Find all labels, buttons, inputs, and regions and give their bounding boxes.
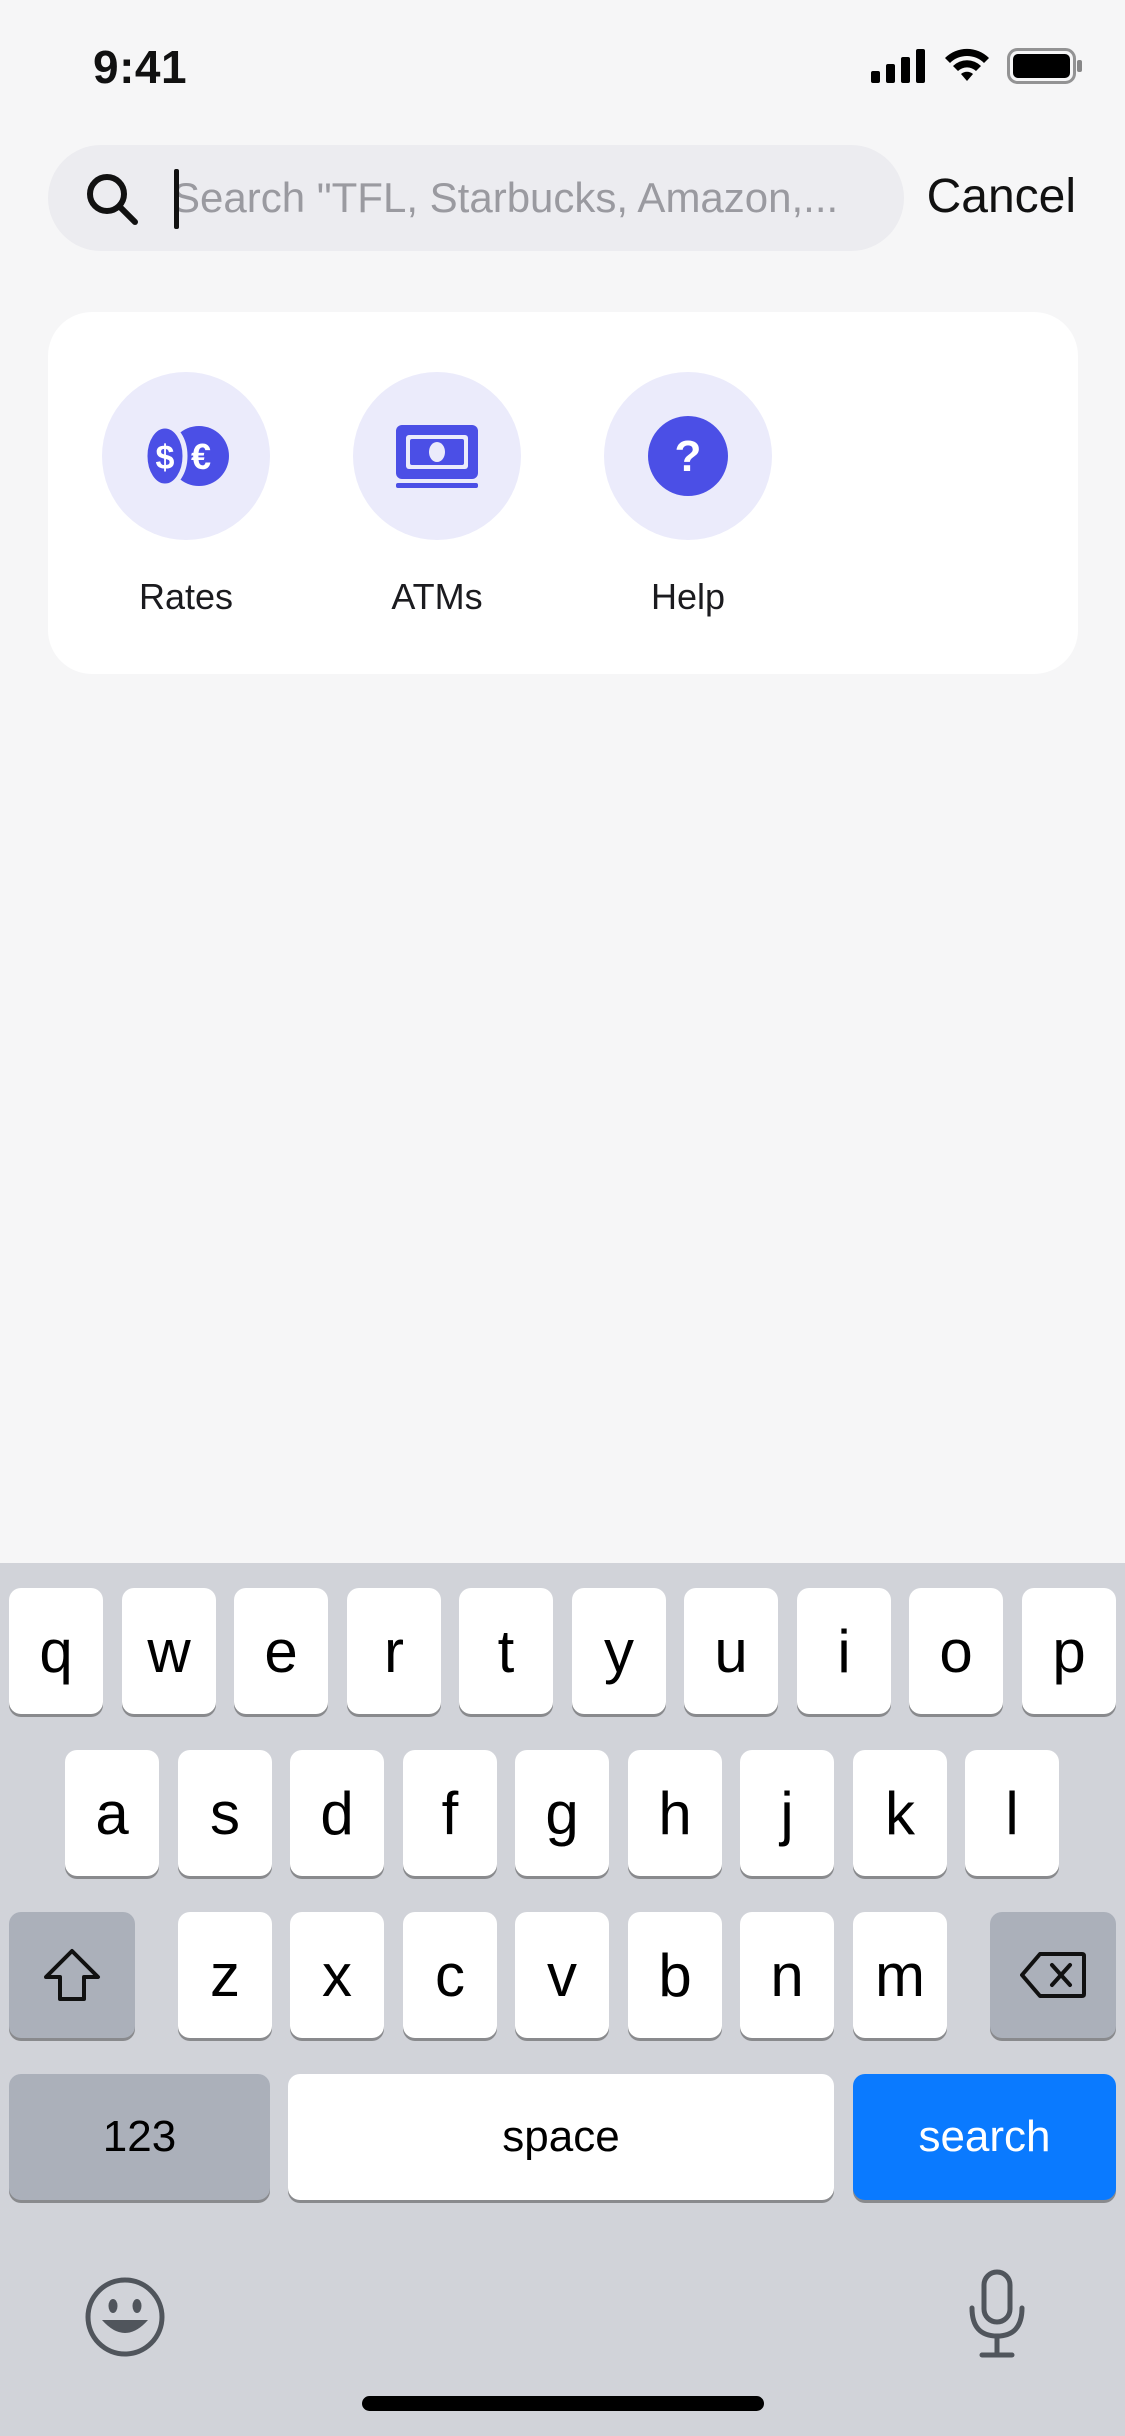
keyboard-row-2: a s d f g h j k l — [0, 1750, 1125, 1876]
key-v[interactable]: v — [515, 1912, 609, 2038]
microphone-icon[interactable] — [966, 2268, 1028, 2360]
wifi-icon — [945, 48, 989, 81]
backspace-icon — [1020, 1952, 1086, 1998]
key-f[interactable]: f — [403, 1750, 497, 1876]
delete-key[interactable] — [990, 1912, 1116, 2038]
key-u[interactable]: u — [684, 1588, 778, 1714]
svg-text:?: ? — [675, 432, 702, 481]
keyboard-row-1: q w e r t y u i o p — [0, 1588, 1125, 1714]
shift-key[interactable] — [9, 1912, 135, 2038]
space-key[interactable]: space — [288, 2074, 834, 2200]
key-y[interactable]: y — [572, 1588, 666, 1714]
help-icon-circle: ? — [604, 372, 772, 540]
home-indicator — [362, 2396, 764, 2411]
quick-action-help[interactable]: ? Help — [603, 372, 773, 618]
key-g[interactable]: g — [515, 1750, 609, 1876]
key-c[interactable]: c — [403, 1912, 497, 2038]
keyboard: q w e r t y u i o p a s d f g h j k l z … — [0, 1563, 1125, 2436]
search-row: Cancel — [48, 145, 1078, 251]
question-icon: ? — [648, 416, 728, 496]
key-n[interactable]: n — [740, 1912, 834, 2038]
svg-text:$: $ — [156, 439, 175, 477]
status-time: 9:41 — [93, 41, 188, 93]
key-k[interactable]: k — [853, 1750, 947, 1876]
quick-action-atms[interactable]: ATMs — [352, 372, 522, 618]
key-p[interactable]: p — [1022, 1588, 1116, 1714]
quick-action-label: Rates — [138, 576, 234, 617]
status-icons — [871, 48, 1083, 84]
shift-icon — [44, 1949, 100, 2001]
quick-action-label: ATMs — [391, 576, 483, 617]
text-caret — [174, 169, 179, 229]
key-i[interactable]: i — [797, 1588, 891, 1714]
rates-icon-circle: $ € — [102, 372, 270, 540]
cash-icon — [396, 425, 478, 488]
key-h[interactable]: h — [628, 1750, 722, 1876]
atms-icon-circle — [353, 372, 521, 540]
key-b[interactable]: b — [628, 1912, 722, 2038]
quick-actions-card: $ € Rates ATMs ? Help — [48, 312, 1078, 674]
key-w[interactable]: w — [122, 1588, 216, 1714]
keyboard-row-3: z x c v b n m — [0, 1912, 1125, 2038]
key-j[interactable]: j — [740, 1750, 834, 1876]
search-icon — [87, 174, 138, 225]
key-e[interactable]: e — [234, 1588, 328, 1714]
key-a[interactable]: a — [65, 1750, 159, 1876]
cancel-button[interactable]: Cancel — [927, 169, 1076, 224]
search-field[interactable] — [48, 145, 904, 251]
quick-action-label: Help — [650, 576, 726, 617]
emoji-icon[interactable] — [84, 2276, 166, 2358]
quick-action-rates[interactable]: $ € Rates — [101, 372, 271, 618]
key-d[interactable]: d — [290, 1750, 384, 1876]
key-t[interactable]: t — [459, 1588, 553, 1714]
cellular-signal-icon — [871, 49, 925, 83]
key-r[interactable]: r — [347, 1588, 441, 1714]
key-o[interactable]: o — [909, 1588, 1003, 1714]
key-s[interactable]: s — [178, 1750, 272, 1876]
key-l[interactable]: l — [965, 1750, 1059, 1876]
screen: 9:41 Cancel — [0, 0, 1125, 2436]
numbers-key[interactable]: 123 — [9, 2074, 270, 2200]
svg-text:€: € — [191, 436, 211, 477]
key-m[interactable]: m — [853, 1912, 947, 2038]
keyboard-row-4: 123 space search — [0, 2074, 1125, 2200]
search-key[interactable]: search — [853, 2074, 1116, 2200]
key-z[interactable]: z — [178, 1912, 272, 2038]
key-x[interactable]: x — [290, 1912, 384, 2038]
battery-icon — [1007, 48, 1082, 84]
search-input[interactable] — [172, 163, 882, 233]
currency-exchange-icon: $ € — [142, 424, 229, 488]
key-q[interactable]: q — [9, 1588, 103, 1714]
